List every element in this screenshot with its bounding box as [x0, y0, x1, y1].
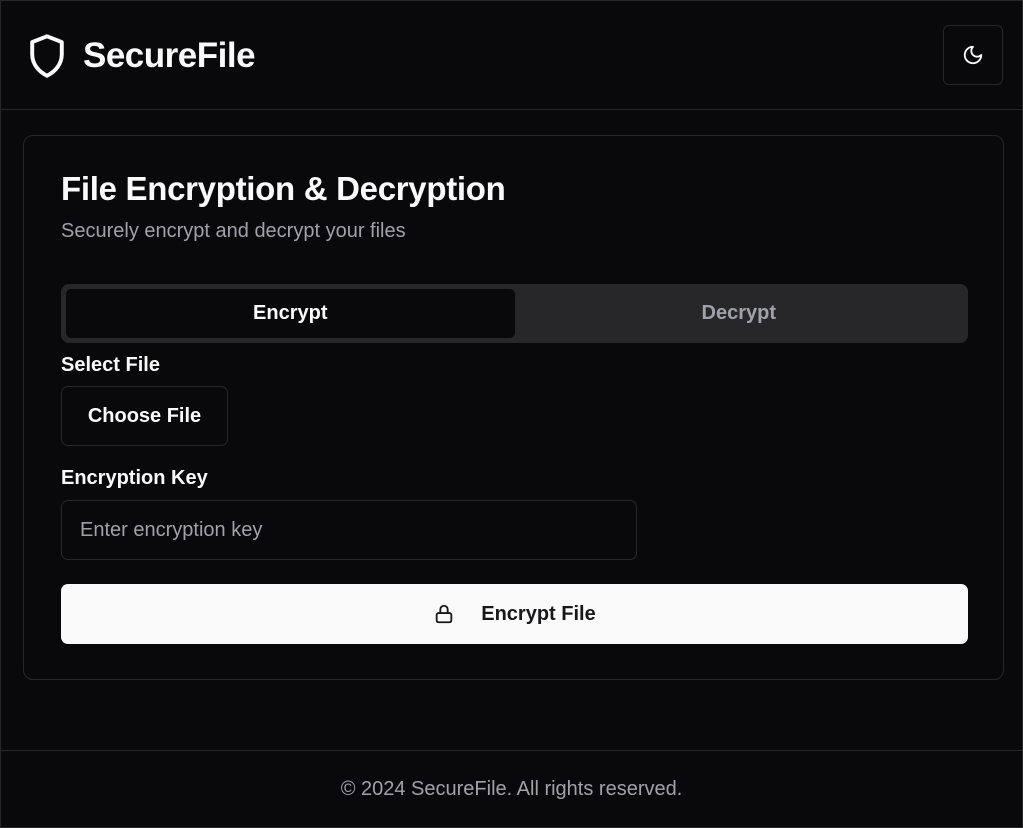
- choose-file-button[interactable]: Choose File: [61, 386, 228, 446]
- moon-icon: [963, 45, 983, 65]
- encryption-card: File Encryption & Decryption Securely en…: [23, 135, 1004, 680]
- shield-icon: [30, 34, 64, 78]
- copyright-text: © 2024 SecureFile. All rights reserved.: [340, 777, 683, 800]
- encrypt-file-label: Encrypt File: [481, 602, 596, 625]
- header: SecureFile: [1, 1, 1022, 110]
- encryption-key-label: Encryption Key: [61, 467, 208, 489]
- encrypt-file-button[interactable]: Encrypt File: [61, 584, 968, 644]
- brand-name: SecureFile: [83, 36, 256, 75]
- footer: © 2024 SecureFile. All rights reserved.: [1, 750, 1022, 827]
- brand[interactable]: SecureFile: [27, 33, 256, 79]
- tab-decrypt[interactable]: Decrypt: [515, 289, 964, 338]
- encryption-key-input[interactable]: [61, 500, 637, 560]
- card-title: File Encryption & Decryption: [61, 170, 506, 207]
- tab-encrypt[interactable]: Encrypt: [66, 289, 515, 338]
- theme-toggle-button[interactable]: [943, 25, 1003, 85]
- select-file-label: Select File: [61, 354, 160, 376]
- lock-icon: [436, 604, 453, 624]
- mode-tabs: Encrypt Decrypt: [61, 284, 968, 343]
- card-subtitle: Securely encrypt and decrypt your files: [61, 220, 406, 242]
- app-window: SecureFile File Encryption & Decryption …: [0, 0, 1023, 828]
